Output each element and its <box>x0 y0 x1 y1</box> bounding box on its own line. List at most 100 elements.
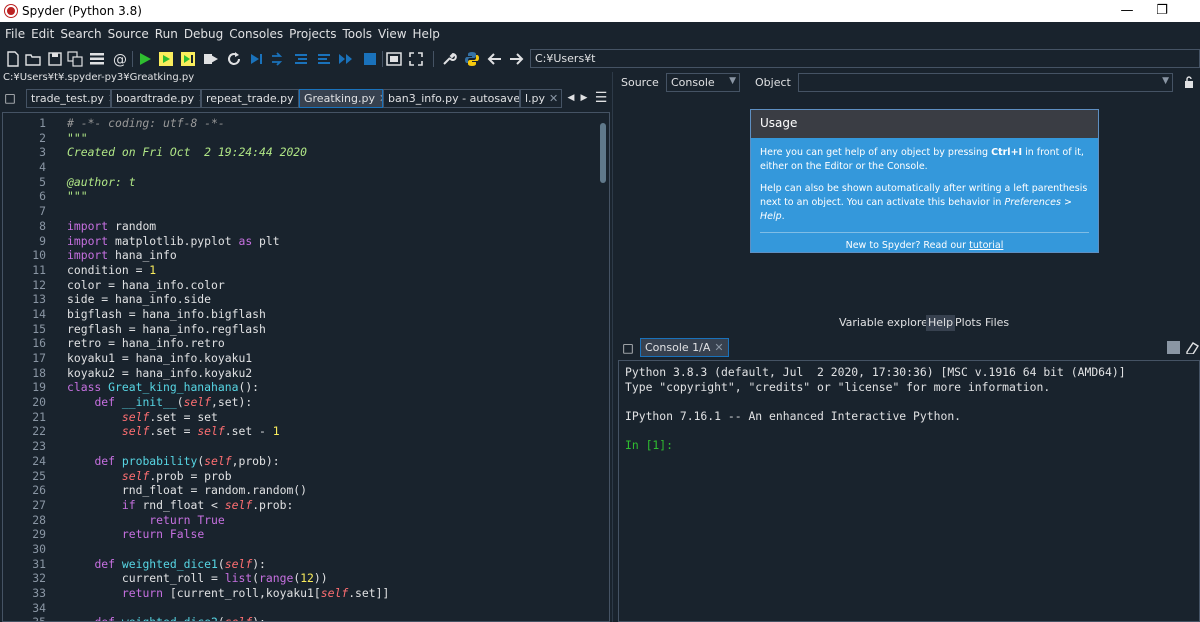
scrollbar-thumb[interactable] <box>600 123 606 183</box>
code-line: return True <box>149 512 225 527</box>
rerun-icon[interactable] <box>226 51 242 67</box>
tab-repeat-trade[interactable]: repeat_trade.py✕ <box>201 89 299 108</box>
line-number: 8 <box>39 218 46 233</box>
help-pane: Usage Here you can get help of any objec… <box>618 96 1200 332</box>
editor-scrollbar[interactable] <box>599 117 607 617</box>
line-number: 14 <box>32 306 46 321</box>
line-number: 16 <box>32 336 46 351</box>
menu-bar: File Edit Search Source Run Debug Consoles Proj… <box>0 22 1200 46</box>
code-line: return False <box>121 527 205 542</box>
save-icon[interactable] <box>47 51 63 67</box>
stop-icon[interactable] <box>362 51 378 67</box>
menu-edit[interactable]: Edit <box>28 22 57 41</box>
line-number: 32 <box>32 571 46 586</box>
code-line: def __init__(self,set): <box>94 395 253 410</box>
source-select[interactable]: Console ▼ <box>666 73 740 92</box>
minimize-icon[interactable]: — <box>1112 2 1142 20</box>
tab-trade-test[interactable]: trade_test.py✕ <box>26 89 111 108</box>
tab-plots[interactable]: Plots <box>953 315 983 331</box>
line-number: 22 <box>32 424 46 439</box>
code-line: condition = 1 <box>67 262 157 277</box>
lock-icon[interactable] <box>1184 76 1194 88</box>
line-number: 13 <box>32 292 46 307</box>
browse-tabs-icon[interactable]: □ <box>620 340 636 356</box>
working-directory-input[interactable]: C:¥Users¥t <box>530 49 1200 68</box>
code-line: koyaku2 = hana_info.koyaku2 <box>67 365 253 380</box>
stop-kernel-icon[interactable] <box>1167 341 1180 354</box>
email-at-icon[interactable]: @ <box>112 51 128 67</box>
eraser-icon[interactable] <box>1185 341 1199 354</box>
object-label: Object <box>755 76 791 89</box>
back-arrow-icon[interactable] <box>487 51 503 67</box>
tab-ban3-info[interactable]: ban3_info.py - autosave✕ <box>383 89 520 108</box>
run-icon[interactable] <box>137 51 153 67</box>
step-into-icon[interactable] <box>293 51 309 67</box>
run-selection-icon[interactable] <box>203 51 219 67</box>
wrench-icon[interactable] <box>441 51 457 67</box>
menu-debug[interactable]: Debug <box>181 22 226 41</box>
tab-files[interactable]: Files <box>983 315 1011 331</box>
menu-projects[interactable]: Projects <box>286 22 339 41</box>
debug-icon[interactable] <box>248 51 264 67</box>
step-icon[interactable] <box>270 51 286 67</box>
line-number: 25 <box>32 468 46 483</box>
outline-list-icon[interactable] <box>89 51 105 67</box>
line-number: 7 <box>39 204 46 219</box>
browse-tabs-icon[interactable]: □ <box>2 90 18 106</box>
code-editor[interactable]: 1 2 3 4 5 6 7 8 9 10 11 12 13 14 15 16 17 18 19 20 21 22 23 24 2… <box>2 112 610 622</box>
line-number: 34 <box>32 600 46 615</box>
continue-icon[interactable] <box>338 51 354 67</box>
line-number: 18 <box>32 365 46 380</box>
menu-source[interactable]: Source <box>105 22 152 41</box>
console-prompt[interactable]: In [1]: <box>619 438 1199 453</box>
tab-console[interactable]: Console 1/A ✕ <box>640 338 729 357</box>
close-icon[interactable]: ✕ <box>549 92 558 105</box>
run-cell-advance-icon[interactable] <box>180 51 196 67</box>
tutorial-link[interactable]: tutorial <box>969 240 1003 251</box>
menu-tools[interactable]: Tools <box>339 22 375 41</box>
run-cell-icon[interactable] <box>158 51 174 67</box>
pane-splitter[interactable] <box>612 72 617 622</box>
code-area[interactable]: # -*- coding: utf-8 -*- """ Created on F… <box>67 116 593 621</box>
python-path-icon[interactable] <box>464 51 480 67</box>
window-title: Spyder (Python 3.8) <box>22 4 142 18</box>
usage-paragraph: Here you can get help of any object by p… <box>760 147 1084 172</box>
line-number: 5 <box>39 174 46 189</box>
code-line: retro = hana_info.retro <box>67 336 225 351</box>
scroll-tabs-right-icon[interactable]: ▶ <box>576 90 592 106</box>
new-file-icon[interactable] <box>5 51 21 67</box>
line-number: 30 <box>32 541 46 556</box>
menu-search[interactable]: Search <box>57 22 104 41</box>
usage-title: Usage <box>751 110 1098 138</box>
close-icon[interactable]: ✕ <box>714 341 723 354</box>
menu-consoles[interactable]: Consoles <box>226 22 286 41</box>
code-line: class Great_king_hanahana(): <box>67 380 260 395</box>
line-number: 24 <box>32 453 46 468</box>
tab-greatking[interactable]: Greatking.py✕ <box>299 89 383 108</box>
divider <box>760 232 1089 233</box>
menu-view[interactable]: View <box>375 22 409 41</box>
line-number: 11 <box>32 262 46 277</box>
line-number: 23 <box>32 439 46 454</box>
menu-help[interactable]: Help <box>410 22 443 41</box>
tab-variable-explorer[interactable]: Variable explorer <box>837 315 934 331</box>
line-number: 17 <box>32 351 46 365</box>
console-line: Python 3.8.3 (default, Jul 2 2020, 17:30… <box>625 365 1126 379</box>
object-input[interactable]: ▼ <box>798 73 1173 92</box>
line-number: 4 <box>39 160 46 175</box>
fullscreen-icon[interactable] <box>408 51 424 67</box>
editor-options-menu-icon[interactable]: ☰ <box>593 90 609 106</box>
step-return-icon[interactable] <box>316 51 332 67</box>
menu-file[interactable]: File <box>0 22 28 41</box>
restore-icon[interactable]: ❐ <box>1147 2 1177 20</box>
tab-help[interactable]: Help <box>926 315 956 331</box>
tab-l[interactable]: l.py ✕ <box>520 89 562 108</box>
tab-boardtrade[interactable]: boardtrade.py✕ <box>111 89 201 108</box>
open-folder-icon[interactable] <box>25 51 41 67</box>
save-all-icon[interactable] <box>67 51 83 67</box>
maximize-pane-icon[interactable] <box>386 51 402 67</box>
code-line: koyaku1 = hana_info.koyaku1 <box>67 351 253 365</box>
forward-arrow-icon[interactable] <box>508 51 524 67</box>
ipython-console[interactable]: Python 3.8.3 (default, Jul 2 2020, 17:30… <box>618 360 1200 622</box>
menu-run[interactable]: Run <box>152 22 181 41</box>
